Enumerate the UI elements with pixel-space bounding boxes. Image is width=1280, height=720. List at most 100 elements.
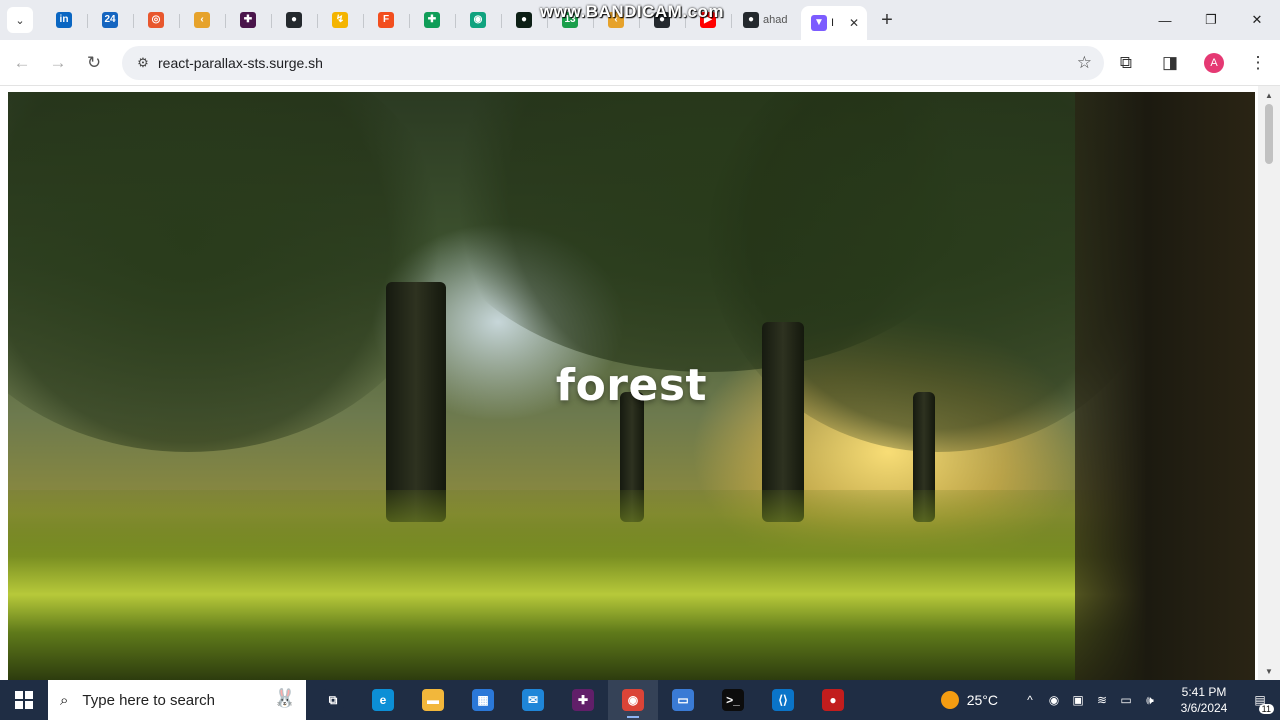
file-explorer-icon: ▬	[422, 689, 444, 711]
tab-github[interactable]: ●	[271, 4, 317, 36]
taskbar-terminal[interactable]: >_	[708, 680, 758, 720]
chatgpt-icon: ◉	[470, 12, 486, 28]
close-tab-icon[interactable]: ✕	[849, 16, 859, 30]
puzzle-icon: ⧉	[1119, 53, 1133, 72]
minimize-button[interactable]: —	[1142, 0, 1188, 40]
slack-icon: ✚	[240, 12, 256, 28]
toolbar-actions: ⧉ ◨ A ⋮	[1100, 40, 1280, 86]
slack-icon: ✚	[572, 689, 594, 711]
tab-github-ahad[interactable]: ● ahad	[731, 4, 801, 36]
vscode-icon: ⟨⟩	[772, 689, 794, 711]
tab-codeium[interactable]: ‹	[179, 4, 225, 36]
restore-button[interactable]: ❐	[1188, 0, 1234, 40]
tab-title: I	[831, 17, 835, 29]
ms-store-icon: ▦	[472, 689, 494, 711]
tab-figma[interactable]: F	[363, 4, 409, 36]
bolt-icon: ↯	[332, 12, 348, 28]
taskbar-search[interactable]: ⌕ Type here to search 🐰	[48, 680, 306, 720]
tab-search-button[interactable]: ⌄	[7, 7, 33, 33]
edge-icon: e	[372, 689, 394, 711]
mail-icon: ✉	[522, 689, 544, 711]
github-icon: ●	[743, 12, 759, 28]
back-button[interactable]: ←	[4, 45, 40, 81]
tab-chatgpt[interactable]: ◉	[455, 4, 501, 36]
volume-icon[interactable]: 🕪	[1138, 693, 1162, 708]
scrollbar-thumb[interactable]	[1265, 104, 1273, 164]
search-placeholder[interactable]: Type here to search	[82, 692, 215, 709]
search-highlight-icon: 🐰	[273, 688, 296, 708]
url-text[interactable]: react-parallax-sts.surge.sh	[158, 55, 323, 71]
24-icon: 24	[102, 12, 118, 28]
profile-button[interactable]: A	[1196, 45, 1232, 81]
scroll-up-arrow-icon[interactable]: ▲	[1258, 88, 1280, 102]
explorer-window-icon: ▭	[672, 689, 694, 711]
start-button[interactable]	[0, 680, 48, 720]
side-panel-button[interactable]: ◨	[1152, 45, 1188, 81]
record-icon[interactable]: ◉	[1042, 693, 1066, 708]
taskbar-slack[interactable]: ✚	[558, 680, 608, 720]
recording-watermark: www.BANDICAM.com	[540, 2, 724, 21]
hero-title: forest	[555, 360, 708, 411]
browser-toolbar: ← → ↻ ⚙ react-parallax-sts.surge.sh ☆ ⧉ …	[0, 40, 1280, 86]
battery-icon[interactable]: ▭	[1114, 693, 1138, 708]
app-icon: ◎	[148, 12, 164, 28]
taskbar-file-explorer[interactable]: ▬	[408, 680, 458, 720]
site-info-icon[interactable]: ⚙	[128, 55, 158, 71]
notification-badge: 11	[1258, 704, 1274, 714]
new-tab-button[interactable]: +	[873, 6, 901, 34]
search-icon: ⌕	[60, 691, 69, 709]
chevron-up-icon[interactable]: ^	[1018, 693, 1042, 708]
bookmark-star-icon[interactable]: ☆	[1077, 53, 1092, 73]
tray-icons: ^ ◉ ▣ ≋ ▭ 🕪	[1018, 693, 1162, 708]
tab-slack[interactable]: ✚	[225, 4, 271, 36]
side-panel-icon: ◨	[1161, 53, 1179, 72]
taskbar-chrome[interactable]: ◉	[608, 680, 658, 720]
leaf-icon: ●	[516, 12, 532, 28]
taskbar-mail[interactable]: ✉	[508, 680, 558, 720]
reload-icon: ↻	[86, 52, 102, 72]
close-window-button[interactable]: ✕	[1234, 0, 1280, 40]
back-arrow-icon: ←	[13, 52, 31, 72]
tab-active[interactable]: ▼ I ✕	[801, 6, 867, 40]
browser-menu-button[interactable]: ⋮	[1240, 45, 1276, 81]
tab-app[interactable]: ◎	[133, 4, 179, 36]
taskbar-explorer-window[interactable]: ▭	[658, 680, 708, 720]
forest-floor	[8, 490, 1255, 680]
weather-widget[interactable]: 25°C	[940, 691, 998, 709]
weather-temperature: 25°C	[966, 692, 998, 708]
tab-linkedin[interactable]: in	[41, 4, 87, 36]
linkedin-icon: in	[56, 12, 72, 28]
tab-plus[interactable]: ✚	[409, 4, 455, 36]
display-icon[interactable]: ▣	[1066, 693, 1090, 708]
tab-bolt[interactable]: ↯	[317, 4, 363, 36]
bandicam-icon: ●	[822, 689, 844, 711]
github-icon: ●	[286, 12, 302, 28]
taskbar-apps: ⧉ e ▬ ▦ ✉ ✚ ◉ ▭ >_ ⟨⟩ ●	[308, 680, 858, 720]
plus-icon: ✚	[424, 12, 440, 28]
reload-button[interactable]: ↻	[76, 45, 112, 81]
window-controls: — ❐ ✕	[1142, 0, 1280, 40]
wifi-icon[interactable]: ≋	[1090, 693, 1114, 708]
clock[interactable]: 5:41 PM 3/6/2024	[1168, 684, 1240, 716]
hero-forest-image: forest	[8, 92, 1255, 680]
vite-icon: ▼	[811, 15, 827, 31]
kebab-menu-icon: ⋮	[1249, 53, 1267, 72]
taskbar-task-view[interactable]: ⧉	[308, 680, 358, 720]
page-scrollbar[interactable]: ▲ ▼	[1258, 86, 1280, 680]
clock-time: 5:41 PM	[1181, 685, 1227, 699]
page-viewport: forest	[0, 86, 1280, 680]
address-bar[interactable]: ⚙ react-parallax-sts.surge.sh ☆	[122, 46, 1104, 80]
tab-24[interactable]: 24	[87, 4, 133, 36]
forward-button[interactable]: →	[40, 45, 76, 81]
scroll-down-arrow-icon[interactable]: ▼	[1258, 664, 1280, 678]
taskbar-vscode[interactable]: ⟨⟩	[758, 680, 808, 720]
taskbar-bandicam[interactable]: ●	[808, 680, 858, 720]
taskbar-edge[interactable]: e	[358, 680, 408, 720]
chrome-icon: ◉	[622, 689, 644, 711]
system-tray: 25°C ^ ◉ ▣ ≋ ▭ 🕪 5:41 PM 3/6/2024 ▤ 11	[940, 680, 1280, 720]
terminal-icon: >_	[722, 689, 744, 711]
avatar: A	[1204, 53, 1224, 73]
notifications-button[interactable]: ▤ 11	[1240, 680, 1280, 720]
taskbar-ms-store[interactable]: ▦	[458, 680, 508, 720]
extensions-button[interactable]: ⧉	[1108, 45, 1144, 81]
